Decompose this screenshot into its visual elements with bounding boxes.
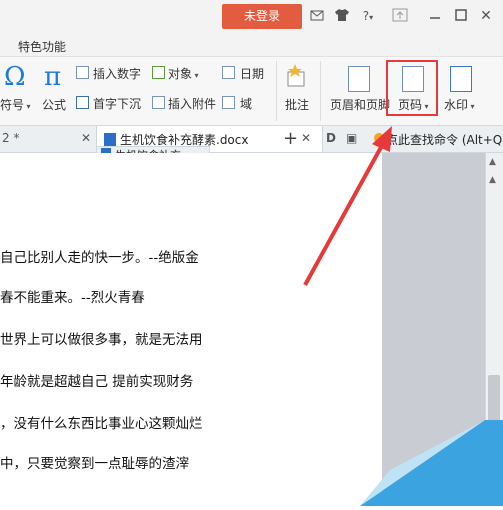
attachment-icon	[152, 96, 165, 109]
insert-attachment-button[interactable]: 插入附件	[168, 95, 216, 112]
object-icon	[152, 66, 165, 79]
dropcap-icon	[76, 96, 89, 109]
date-button[interactable]: 日期	[240, 65, 264, 82]
symbol-label: 符号	[0, 98, 25, 112]
maximize-icon[interactable]	[454, 8, 468, 24]
envelope-icon[interactable]	[310, 8, 324, 24]
tab-special-features[interactable]: 特色功能	[18, 38, 66, 55]
watermark-button[interactable]: 水印 ▾	[444, 96, 475, 113]
doc-line: 年龄就是超越自己 提前实现财务	[0, 374, 194, 390]
menu-row	[0, 34, 503, 57]
pi-icon[interactable]: π	[44, 62, 61, 92]
field-button[interactable]: 域	[240, 95, 252, 112]
tab-partial-left[interactable]: 2 *	[2, 131, 19, 145]
doc-line: ，没有什么东西比事业心这颗灿烂	[0, 416, 203, 432]
login-button[interactable]: 未登录	[222, 4, 302, 29]
comment-button[interactable]: 批注	[285, 96, 309, 113]
watermark-label: 水印	[444, 98, 469, 112]
help-icon[interactable]: ?▾	[357, 8, 379, 24]
insert-number-button[interactable]: 插入数字	[93, 65, 141, 82]
header-footer-button[interactable]: 页眉和页脚	[330, 96, 390, 113]
doc-line: 自己比别人走的快一步。--绝版金	[0, 250, 199, 266]
formula-button[interactable]: 公式	[42, 96, 66, 113]
page-curl-graphic	[330, 420, 503, 510]
dropcap-button[interactable]: 首字下沉	[93, 95, 141, 112]
calendar-icon	[222, 66, 235, 79]
omega-icon[interactable]: Ω	[4, 62, 26, 92]
close-icon[interactable]: ✕	[81, 131, 91, 145]
object-button[interactable]: 对象 ▾	[168, 65, 199, 82]
object-label: 对象	[168, 67, 193, 81]
comment-icon	[286, 64, 308, 92]
red-arrow-annotation	[300, 120, 400, 294]
doc-line: 中，只要觉察到一点耻辱的渣滓	[0, 456, 189, 472]
ribbon-separator	[320, 61, 321, 121]
new-tab-button[interactable]: +	[283, 128, 298, 149]
highlight-box	[386, 60, 438, 116]
ribbon-separator	[276, 61, 277, 121]
header-footer-icon	[348, 66, 370, 92]
scroll-up-icon[interactable]: ▲	[489, 157, 496, 167]
scroll-arrow-icon[interactable]: ▲	[489, 175, 496, 185]
search-command-box[interactable]: 点此查找命令 (Alt+Q)	[386, 131, 503, 148]
doc-line: 春不能重来。--烈火青春	[0, 290, 145, 306]
symbol-button[interactable]: 符号 ▾	[0, 96, 31, 113]
field-icon	[222, 96, 235, 109]
watermark-icon	[450, 66, 472, 92]
upload-icon[interactable]	[392, 8, 408, 24]
doc-icon	[104, 133, 116, 147]
doc-line: 世界上可以做很多事，就是无法用	[0, 332, 203, 348]
minimize-icon[interactable]	[428, 8, 442, 24]
number-icon	[76, 66, 89, 79]
close-icon[interactable]: ✕	[478, 8, 494, 24]
shirt-icon[interactable]	[334, 8, 350, 24]
